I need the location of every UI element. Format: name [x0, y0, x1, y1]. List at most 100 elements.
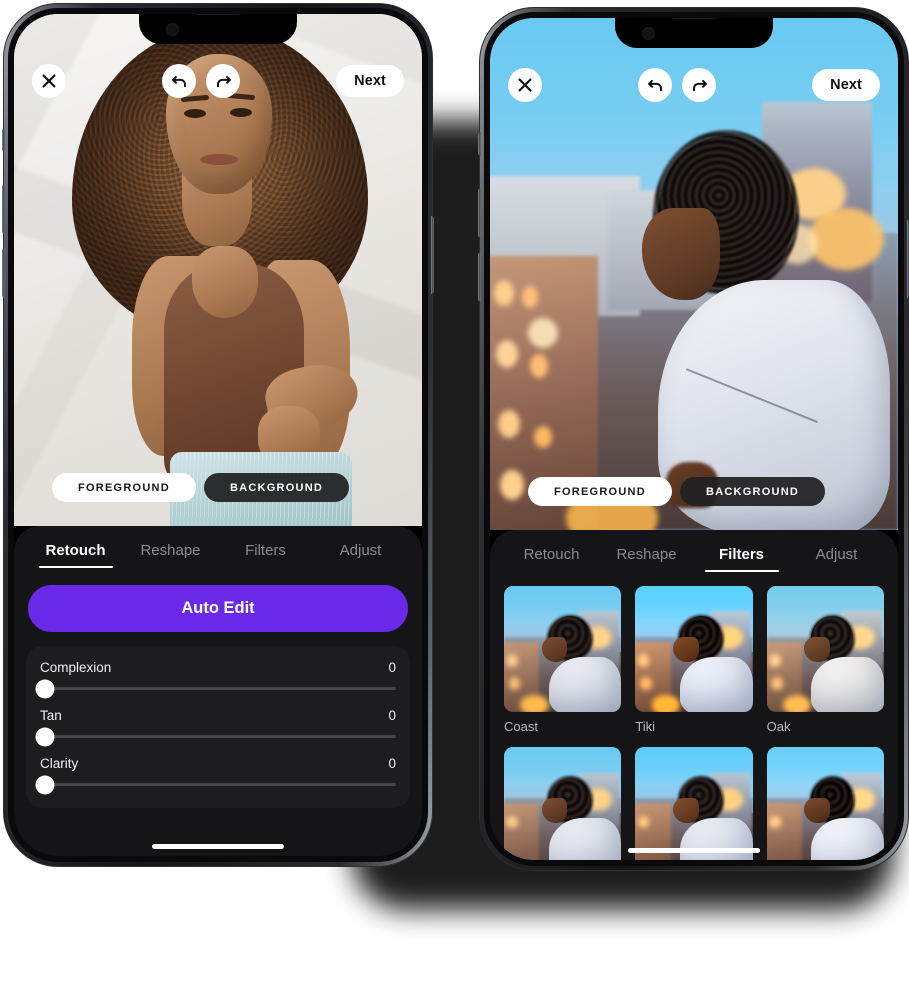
tab-retouch[interactable]: Retouch	[28, 542, 123, 568]
right-editor-sheet: Retouch Reshape Filters Adjust Coast Tik…	[490, 530, 898, 860]
segment-foreground[interactable]: FOREGROUND	[528, 477, 672, 506]
slider-label: Complexion	[40, 660, 112, 675]
slider-label: Clarity	[40, 756, 79, 771]
slider-row-tan: Tan 0	[35, 708, 396, 746]
window-light-5	[498, 410, 520, 438]
undo-button[interactable]	[638, 68, 673, 102]
slider-header: Complexion 0	[40, 660, 396, 675]
right-phone-notch	[615, 18, 773, 48]
tab-filters[interactable]: Filters	[218, 542, 313, 568]
slider-header: Clarity 0	[40, 756, 396, 771]
filter-label: Tiki	[635, 719, 656, 735]
filter-preview-image	[766, 747, 884, 860]
right-phone-volume-down[interactable]	[478, 252, 481, 302]
next-button[interactable]: Next	[336, 65, 404, 97]
subject-eye-right	[230, 108, 252, 117]
subject-eye-left	[184, 109, 206, 118]
earpiece-speaker-icon	[195, 14, 241, 15]
next-button[interactable]: Next	[812, 69, 880, 101]
left-phone-silent-switch[interactable]	[2, 128, 5, 152]
slider-value: 0	[388, 708, 396, 723]
slider-header: Tan 0	[40, 708, 396, 723]
left-phone-notch	[139, 14, 297, 44]
window-light-1	[494, 280, 514, 306]
slider-track[interactable]	[35, 727, 396, 746]
left-segment-control: FOREGROUND BACKGROUND	[52, 473, 350, 502]
filter-thumbnail[interactable]	[766, 747, 884, 860]
undo-arrow-icon	[171, 75, 186, 87]
slider-label: Tan	[40, 708, 62, 723]
undo-arrow-icon	[647, 79, 662, 91]
right-phone-screen: Next FOREGROUND BACKGROUND Retouch Resha…	[490, 18, 898, 860]
redo-arrow-icon	[692, 79, 707, 91]
tab-adjust[interactable]: Adjust	[789, 546, 884, 572]
segment-background[interactable]: BACKGROUND	[679, 477, 826, 506]
left-home-indicator[interactable]	[152, 844, 284, 849]
left-tab-bar: Retouch Reshape Filters Adjust	[14, 526, 422, 568]
left-editor-sheet: Retouch Reshape Filters Adjust Auto Edit…	[14, 526, 422, 856]
filter-label: Coast	[504, 719, 538, 735]
slider-row-clarity: Clarity 0	[35, 756, 396, 794]
right-phone-volume-up[interactable]	[478, 188, 481, 238]
segment-background[interactable]: BACKGROUND	[203, 473, 350, 502]
tower-light-bokeh-b	[808, 208, 884, 270]
filter-thumbnail[interactable]	[635, 586, 753, 713]
left-phone-power-button[interactable]	[431, 216, 434, 294]
right-home-indicator[interactable]	[628, 848, 760, 853]
close-button[interactable]	[508, 68, 542, 102]
redo-button[interactable]	[206, 64, 241, 98]
street-light-glow	[528, 318, 558, 348]
left-phone-device: Next FOREGROUND BACKGROUND Retouch Resha…	[2, 4, 434, 866]
subject-mouth	[200, 154, 238, 165]
slider-track[interactable]	[35, 775, 396, 794]
segment-foreground[interactable]: FOREGROUND	[52, 473, 196, 502]
undo-redo-group	[638, 68, 717, 102]
filter-preview-image	[635, 747, 753, 860]
window-light-2	[522, 286, 538, 308]
tab-reshape[interactable]: Reshape	[599, 546, 694, 572]
redo-button[interactable]	[682, 68, 717, 102]
left-phone-volume-down[interactable]	[2, 248, 5, 298]
slider-thumb[interactable]	[35, 679, 55, 698]
filter-thumbnail[interactable]	[766, 586, 884, 713]
undo-redo-group	[162, 64, 241, 98]
close-button[interactable]	[32, 64, 66, 98]
auto-edit-button[interactable]: Auto Edit	[28, 585, 408, 632]
filter-thumbnail[interactable]	[504, 747, 622, 860]
window-light-7	[500, 470, 524, 500]
window-light-3	[496, 340, 518, 368]
slider-row-complexion: Complexion 0	[35, 660, 396, 698]
tab-filters[interactable]: Filters	[694, 546, 789, 572]
slider-thumb[interactable]	[35, 775, 55, 794]
retouch-slider-card: Complexion 0 Tan 0 Clarity 0	[26, 646, 410, 808]
filters-grid: Coast Tiki Oak	[490, 572, 898, 860]
right-tab-bar: Retouch Reshape Filters Adjust	[490, 530, 898, 572]
tab-reshape[interactable]: Reshape	[123, 542, 218, 568]
tab-retouch[interactable]: Retouch	[504, 546, 599, 572]
filter-item-oak[interactable]: Oak	[766, 586, 884, 734]
filter-item-tiki[interactable]: Tiki	[635, 586, 753, 735]
filter-preview-image	[766, 586, 884, 713]
subject-face	[642, 208, 720, 300]
undo-button[interactable]	[162, 64, 197, 98]
filter-item-coast[interactable]: Coast	[504, 586, 622, 735]
filter-thumbnail[interactable]	[504, 586, 622, 713]
slider-track[interactable]	[35, 679, 396, 698]
filter-thumbnail[interactable]	[635, 747, 753, 860]
slider-thumb[interactable]	[35, 727, 55, 746]
earpiece-speaker-icon	[671, 18, 717, 19]
slider-value: 0	[388, 756, 396, 771]
subject-chest	[192, 246, 258, 318]
filter-item-row2-2[interactable]	[635, 747, 753, 860]
window-light-4	[530, 354, 548, 378]
tab-adjust[interactable]: Adjust	[313, 542, 408, 568]
left-phone-volume-up[interactable]	[2, 184, 5, 234]
front-camera-icon	[165, 22, 179, 36]
filter-preview-image	[504, 747, 622, 860]
filter-item-row2-3[interactable]	[766, 747, 884, 860]
filter-item-row2-1[interactable]	[504, 747, 622, 860]
right-segment-control: FOREGROUND BACKGROUND	[528, 477, 826, 506]
screenshot-canvas: Next FOREGROUND BACKGROUND Retouch Resha…	[0, 0, 909, 994]
front-camera-icon	[641, 26, 655, 40]
right-phone-silent-switch[interactable]	[478, 132, 481, 156]
